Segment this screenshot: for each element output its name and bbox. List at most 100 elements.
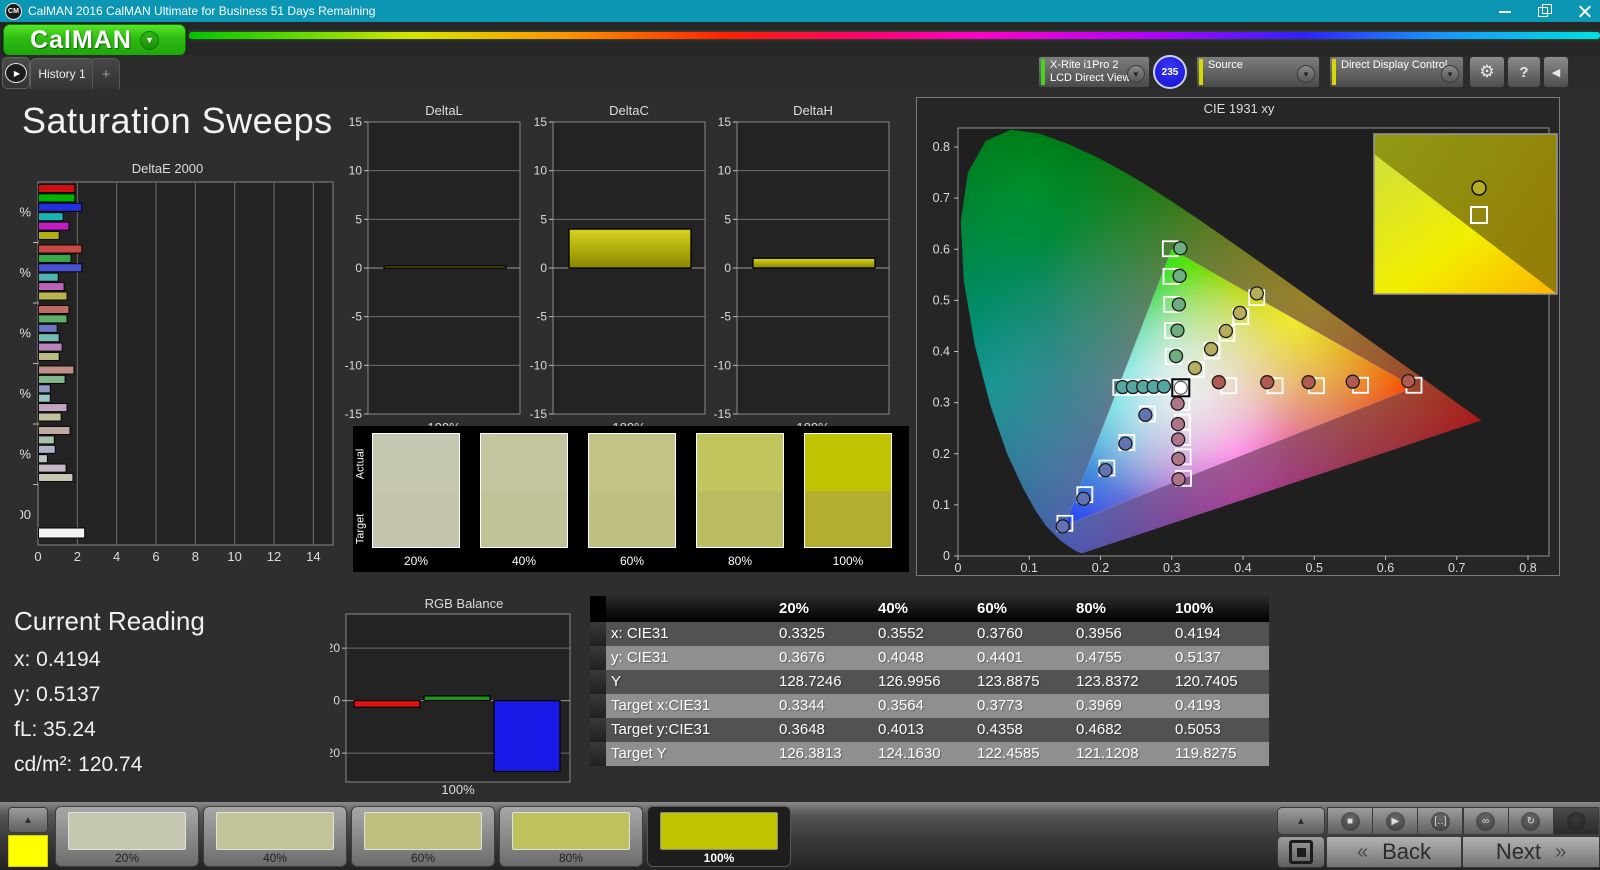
bar-80%-4	[38, 282, 65, 292]
chart-title: DeltaC	[609, 103, 649, 118]
tick-label: 15	[718, 115, 732, 129]
chart-title: DeltaH	[793, 103, 833, 118]
stop-large-button[interactable]	[1277, 836, 1325, 868]
group-label: 20%	[20, 446, 31, 461]
table-row-0: x: CIE31 0.3325 0.3552 0.3760 0.3956 0.4194	[590, 622, 1269, 646]
play-button[interactable]: ▶	[1372, 807, 1419, 835]
cie-1931-chart: CIE 1931 xy 0 0.1 0.2 0.3 0.4 0.5 0.6 0.7 0.8 0 0.1…	[933, 101, 1558, 575]
back-button[interactable]: « Back	[1326, 836, 1462, 868]
tick-label: 12	[267, 549, 281, 562]
tick-label: -5	[720, 310, 731, 324]
row-label: y: CIE31	[611, 649, 669, 666]
play-arrow-icon: ▶	[5, 63, 27, 83]
loop-button[interactable]: [‥]	[1417, 807, 1464, 835]
current-pattern-swatch[interactable]	[8, 835, 48, 867]
display-control-label: Direct Display Control	[1341, 59, 1448, 71]
settings-button[interactable]: ⚙	[1469, 56, 1505, 88]
collapse-panel-button[interactable]: ◀	[1543, 56, 1569, 88]
measured-marker-magenta	[1171, 472, 1186, 487]
pattern-button-20%[interactable]: 20%	[55, 806, 199, 867]
chevrons-right-icon: »	[1555, 840, 1567, 863]
control-panel-expand-button[interactable]: ▲	[1277, 807, 1325, 835]
window-title: CalMAN 2016 CalMAN Ultimate for Business…	[28, 4, 376, 18]
table-value: 0.4358	[977, 721, 1023, 738]
table-value: 0.3344	[779, 697, 825, 714]
measured-marker-green	[1170, 323, 1185, 338]
help-button[interactable]: ?	[1507, 56, 1541, 88]
pattern-button-label: 60%	[410, 851, 436, 865]
table-value: 124.1630	[878, 745, 941, 762]
table-value: 0.3325	[779, 625, 825, 642]
infinity-button[interactable]: ∞	[1462, 807, 1509, 835]
rainbow-spectrum-strip	[189, 32, 1600, 39]
add-tab-button[interactable]: +	[92, 58, 120, 89]
target-swatch	[481, 490, 567, 547]
close-button[interactable]	[1578, 4, 1592, 18]
table-value: 0.3676	[779, 649, 825, 666]
tick-label: -15	[345, 407, 363, 421]
pattern-color-patch	[364, 812, 482, 850]
restore-button[interactable]	[1538, 4, 1552, 18]
table-value: 0.3956	[1076, 625, 1122, 642]
table-value: 126.3813	[779, 745, 842, 762]
meter-count-badge[interactable]: 235	[1153, 55, 1187, 89]
chart-title: RGB Balance	[425, 596, 504, 611]
compare-swatch-40%	[480, 433, 568, 548]
actual-swatch	[373, 434, 459, 491]
measured-marker-blue	[1118, 436, 1133, 451]
swatch-column-label: 40%	[511, 554, 537, 568]
measured-marker-blue	[1055, 519, 1070, 534]
tick-label: 14	[306, 549, 320, 562]
bar-20%-1	[38, 435, 55, 445]
column-header-80%: 80%	[1076, 600, 1107, 617]
bar-60%-3	[38, 333, 60, 343]
bar-60%-0	[38, 305, 70, 314]
swatch-column-label: 20%	[403, 554, 429, 568]
tick-label: 6	[152, 549, 159, 562]
current-reading-title: Current Reading	[14, 606, 205, 636]
pattern-panel-expand-button[interactable]: ▲	[8, 807, 48, 833]
tick-label: 0.6	[933, 242, 950, 256]
stop-button[interactable]: ■	[1327, 807, 1373, 835]
minimize-button[interactable]	[1498, 4, 1512, 18]
measured-marker-yellow	[1218, 323, 1234, 339]
compare-swatch-100%	[804, 433, 892, 548]
white-point-measured	[1173, 380, 1188, 395]
tick-label: 0.8	[1519, 561, 1536, 575]
tab-toolbar-row: ▶ History 1 + X-Rite i1Pro 2 LCD Direct V…	[0, 55, 1600, 89]
pattern-button-100%[interactable]: 100%	[647, 806, 791, 867]
group-label: 40%	[20, 386, 31, 401]
chevron-down-icon: ▼	[1441, 65, 1459, 83]
next-button[interactable]: Next »	[1462, 836, 1600, 868]
calman-logo-button[interactable]: CalMAN ▼	[3, 24, 186, 56]
display-control-dropdown[interactable]: Direct Display Control ▼	[1329, 56, 1464, 88]
tick-label: -20	[330, 746, 340, 760]
table-value: 126.9956	[878, 673, 941, 690]
bar-20%-4	[38, 463, 67, 473]
pattern-button-80%[interactable]: 80%	[499, 806, 643, 867]
bar-100%-5	[38, 231, 60, 240]
bar-80%-2	[38, 263, 83, 273]
measured-marker-blue	[1076, 491, 1091, 506]
tick-label: 0	[540, 261, 547, 275]
actual-swatch	[805, 434, 891, 491]
tick-label: 0	[355, 261, 362, 275]
tab-history-1[interactable]: History 1	[30, 58, 94, 89]
source-dropdown[interactable]: Source ▼	[1196, 56, 1320, 88]
refresh-button[interactable]: ↻	[1507, 807, 1554, 835]
target-swatch	[805, 490, 891, 547]
tick-label: 0.7	[1448, 561, 1465, 575]
display-control-status-stripe	[1332, 59, 1336, 85]
pattern-button-label: 100%	[703, 851, 735, 865]
cie-1931-panel: CIE 1931 xy 0 0.1 0.2 0.3 0.4 0.5 0.6 0.7 0.8 0 0.1…	[916, 97, 1560, 576]
rgb-bar-blue	[493, 700, 561, 773]
tick-label: 5	[540, 212, 547, 226]
tab-scroll-button[interactable]: ▶	[2, 57, 30, 89]
table-value: 121.1208	[1076, 745, 1139, 762]
measured-marker-red	[1301, 375, 1316, 390]
table-value: 0.3760	[977, 625, 1023, 642]
record-indicator-button[interactable]	[1553, 807, 1599, 835]
pattern-button-40%[interactable]: 40%	[203, 806, 347, 867]
pattern-button-60%[interactable]: 60%	[351, 806, 495, 867]
meter-dropdown[interactable]: X-Rite i1Pro 2 LCD Direct View ▼	[1038, 56, 1150, 88]
